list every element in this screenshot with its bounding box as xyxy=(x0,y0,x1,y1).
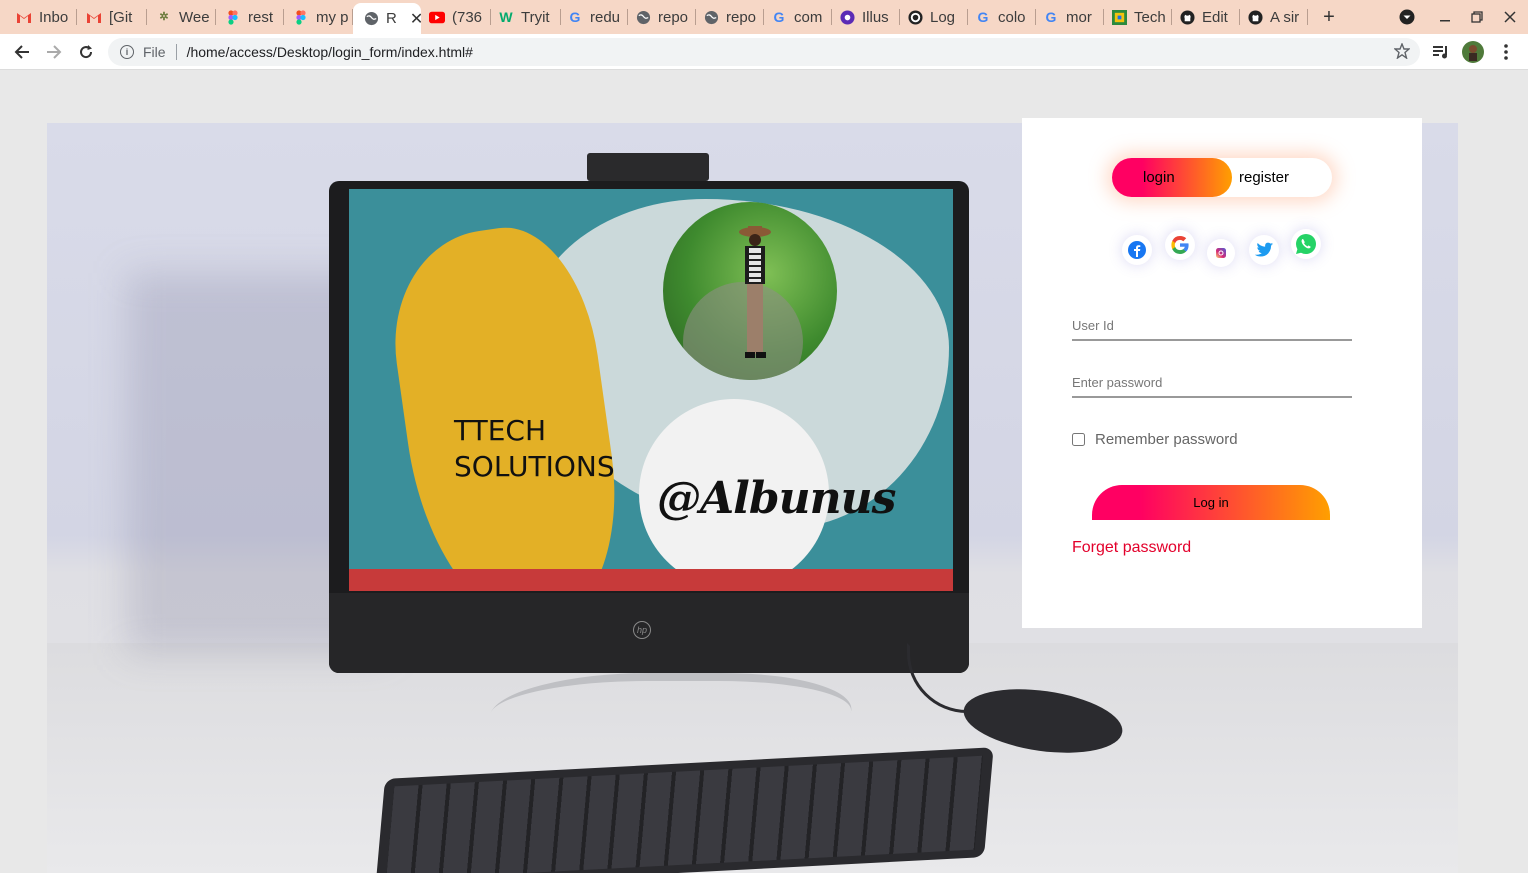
menu-kebab-icon[interactable] xyxy=(1493,39,1519,65)
figma-icon xyxy=(293,9,309,25)
browser-toolbar: i File /home/access/Desktop/login_form/i… xyxy=(0,34,1528,70)
media-controls-icon[interactable] xyxy=(1428,39,1454,65)
tab-google-color[interactable]: G colo xyxy=(966,4,1036,30)
tab-figma-rest[interactable]: rest xyxy=(209,4,284,30)
keyboard-keys xyxy=(386,755,983,873)
person-figure xyxy=(739,226,771,358)
github-icon xyxy=(1247,9,1263,25)
tab-github-a[interactable]: A sir xyxy=(1238,4,1308,30)
w3schools-icon: W xyxy=(499,9,513,25)
profile-photo xyxy=(663,202,837,380)
tab-illustration[interactable]: Illus xyxy=(830,4,900,30)
auth-toggle: login register xyxy=(1112,158,1332,197)
minimize-icon[interactable] xyxy=(1433,5,1457,29)
login-tab-button[interactable]: login xyxy=(1143,169,1175,186)
remember-password-checkbox[interactable] xyxy=(1072,433,1085,446)
tab-google-com[interactable]: G com xyxy=(762,4,832,30)
login-button[interactable]: Log in xyxy=(1092,485,1330,520)
tab-repo-1[interactable]: repo xyxy=(626,4,696,30)
reload-icon[interactable] xyxy=(73,39,99,65)
new-tab-button[interactable]: + xyxy=(1317,5,1341,29)
address-divider xyxy=(175,44,177,60)
facebook-icon[interactable] xyxy=(1122,235,1152,265)
address-bar[interactable]: i File /home/access/Desktop/login_form/i… xyxy=(108,38,1420,66)
close-tab-icon[interactable]: ✕ xyxy=(410,9,421,29)
signature-text: @Albunus xyxy=(657,473,896,524)
webcam xyxy=(587,153,709,181)
tab-google-more[interactable]: G mor xyxy=(1034,4,1104,30)
close-window-icon[interactable] xyxy=(1498,5,1522,29)
password-field xyxy=(1072,368,1352,398)
tab-logo[interactable]: Log xyxy=(898,4,968,30)
google-icon: G xyxy=(1045,9,1057,25)
google-icon: G xyxy=(773,9,785,25)
forgot-password-link[interactable]: Forget password xyxy=(1072,539,1191,557)
instagram-icon[interactable] xyxy=(1207,239,1235,267)
logo-icon xyxy=(907,9,923,25)
tab-strip: Inbo [Git ✲ Wee rest my p R ✕ (736 W Try… xyxy=(0,0,1528,34)
illustration-icon xyxy=(839,9,855,25)
user-id-field xyxy=(1072,311,1352,341)
twitter-icon[interactable] xyxy=(1249,235,1279,265)
monitor: hp xyxy=(329,181,969,673)
bookmark-star-icon[interactable] xyxy=(1393,42,1411,62)
figma-icon xyxy=(225,9,241,25)
forward-arrow-icon[interactable] xyxy=(41,39,67,65)
brand-text: TTECH SOLUTIONS xyxy=(454,413,615,485)
tab-repo-2[interactable]: repo xyxy=(694,4,764,30)
youtube-icon xyxy=(429,9,445,25)
tech-icon xyxy=(1111,9,1127,25)
tab-google-reduce[interactable]: G redu xyxy=(558,4,628,30)
login-card: login register Remember password Log in … xyxy=(1022,118,1422,628)
whatsapp-icon[interactable] xyxy=(1291,229,1321,259)
tab-gmail-github[interactable]: [Git xyxy=(70,4,147,30)
password-input[interactable] xyxy=(1072,368,1352,396)
info-icon[interactable]: i xyxy=(120,45,134,59)
tab-wee[interactable]: ✲ Wee xyxy=(140,4,216,30)
remember-password-label: Remember password xyxy=(1095,431,1238,448)
screen-taskbar xyxy=(349,569,953,591)
remember-password-row[interactable]: Remember password xyxy=(1072,431,1238,448)
tab-github-edit[interactable]: Edit xyxy=(1170,4,1240,30)
palm-tree-icon: ✲ xyxy=(159,10,169,23)
brand-line-1: TTECH xyxy=(454,414,547,447)
scheme-label: File xyxy=(143,44,166,60)
user-id-input[interactable] xyxy=(1072,311,1352,339)
google-icon: G xyxy=(569,9,581,25)
gmail-icon xyxy=(16,9,32,25)
brand-line-2: SOLUTIONS xyxy=(454,450,615,483)
tab-figma-my[interactable]: my p xyxy=(277,4,353,30)
social-login-row xyxy=(1022,229,1422,270)
globe-icon xyxy=(703,9,719,25)
tab-youtube[interactable]: (736 xyxy=(421,4,491,30)
profile-avatar-icon[interactable] xyxy=(1460,39,1486,65)
gmail-icon xyxy=(86,9,102,25)
url-text[interactable]: /home/access/Desktop/login_form/index.ht… xyxy=(187,44,473,60)
monitor-screen xyxy=(349,189,953,591)
tab-tech[interactable]: Tech xyxy=(1102,4,1172,30)
google-icon[interactable] xyxy=(1165,230,1195,260)
restore-icon[interactable] xyxy=(1465,5,1489,29)
globe-icon xyxy=(363,11,379,27)
tab-tryit[interactable]: W Tryit xyxy=(489,4,561,30)
tab-search-icon[interactable] xyxy=(1395,5,1419,29)
tab-gmail-inbox[interactable]: Inbo xyxy=(0,4,77,30)
globe-icon xyxy=(635,9,651,25)
github-icon xyxy=(1179,9,1195,25)
back-arrow-icon[interactable] xyxy=(9,39,35,65)
monitor-bezel: hp xyxy=(329,593,969,673)
tab-active-login[interactable]: R ✕ xyxy=(353,3,421,34)
register-tab-button[interactable]: register xyxy=(1239,169,1289,186)
hp-logo-icon: hp xyxy=(633,621,651,639)
google-icon: G xyxy=(977,9,989,25)
